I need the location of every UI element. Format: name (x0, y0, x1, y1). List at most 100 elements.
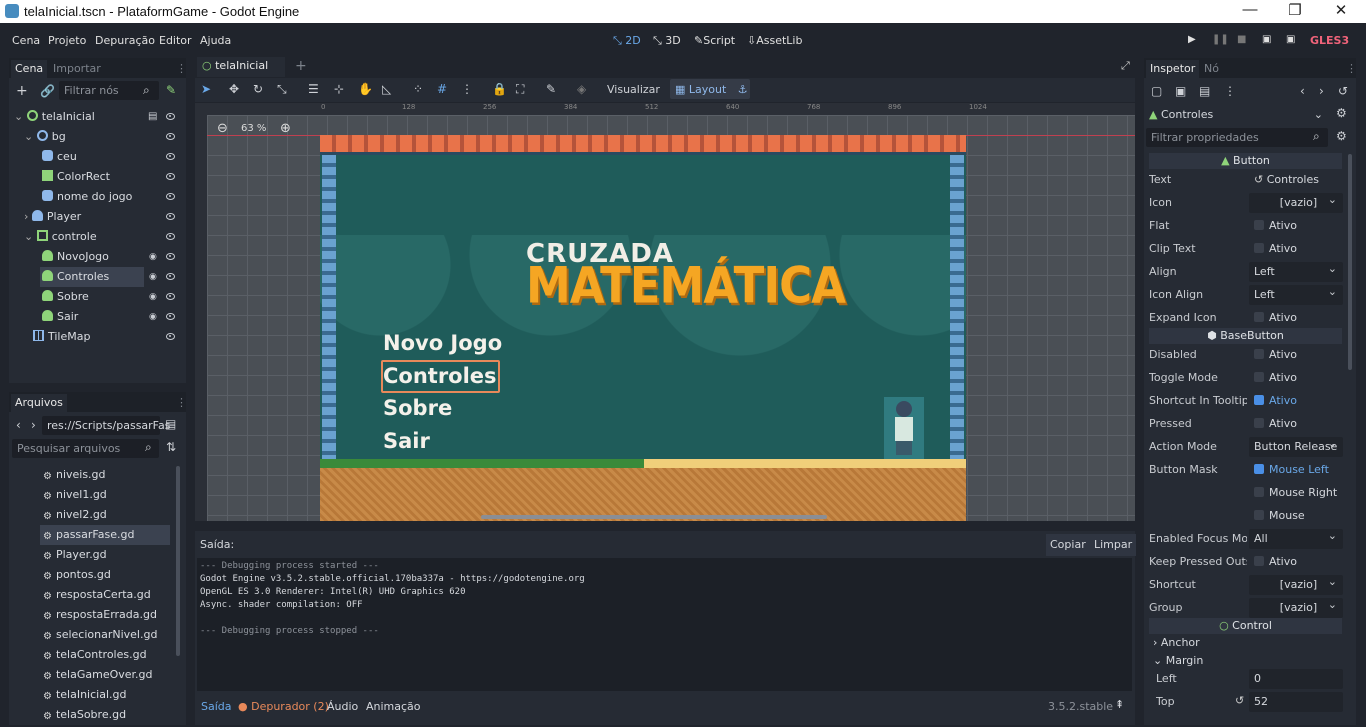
file-item[interactable]: ⚙ telaInicial.gd (40, 685, 170, 705)
close-button[interactable]: ✕ (1318, 1, 1364, 19)
tab-inspetor[interactable]: Inspetor (1146, 60, 1200, 78)
new-resource-icon[interactable]: ▢ (1151, 84, 1162, 98)
inspector-scrollbar[interactable] (1348, 154, 1352, 370)
load-resource-icon[interactable]: ▣ (1175, 84, 1186, 98)
property-checkbox[interactable]: Ativo (1249, 239, 1343, 259)
file-item[interactable]: ⚙ nivel2.gd (40, 505, 170, 525)
signal-icon[interactable]: ◉ (149, 312, 157, 322)
anchor-group[interactable]: › Anchor (1153, 636, 1200, 649)
bottom-tab-depurador[interactable]: ● Depurador (2) (238, 700, 329, 713)
property-checkbox[interactable]: Mouse Left (1249, 460, 1343, 480)
property-dropdown[interactable]: All (1249, 526, 1343, 549)
file-item[interactable]: ⚙ telaSobre.gd (40, 705, 170, 725)
visibility-eye-icon[interactable] (166, 113, 175, 120)
tree-node-colorrect[interactable]: ColorRect (42, 167, 110, 187)
sair-button[interactable]: Sair (383, 429, 430, 453)
file-list-scrollbar[interactable] (176, 466, 180, 656)
file-item[interactable]: ⚙ telaControles.gd (40, 645, 170, 665)
distraction-free-icon[interactable]: ⤢ (1117, 57, 1134, 75)
filter-settings-icon[interactable]: ⚙ (1336, 129, 1347, 143)
property-resource[interactable]: [vazio] (1249, 595, 1343, 618)
path-field[interactable]: res://Scripts/passarFas (42, 416, 170, 435)
object-properties-icon[interactable]: ⚙ (1336, 106, 1347, 120)
menu-editor[interactable]: Editor (159, 34, 192, 47)
visibility-eye-icon[interactable] (166, 193, 175, 200)
play-icon[interactable]: ▶ (1188, 34, 1196, 45)
viewport-h-scrollbar[interactable] (481, 515, 827, 519)
tree-node-bg[interactable]: ⌄ bg (24, 127, 66, 147)
pivot-tool-icon[interactable]: ⊹ (334, 82, 344, 96)
section-control[interactable]: ○ Control (1149, 618, 1342, 634)
script-attach-icon[interactable]: ✎ (166, 83, 176, 97)
smart-snap-icon[interactable]: ⁘ (413, 82, 423, 96)
split-mode-icon[interactable]: ▤ (165, 417, 176, 431)
snap-options-icon[interactable]: ⋮ (461, 82, 473, 96)
dock-menu-icon[interactable]: ⋮ (172, 60, 191, 78)
clear-button[interactable]: Limpar (1090, 534, 1137, 556)
property-checkbox[interactable]: Mouse Middle (1249, 506, 1343, 542)
tree-node-nome-do-jogo[interactable]: nome do jogo (42, 187, 132, 207)
sobre-button[interactable]: Sobre (383, 396, 452, 420)
signal-icon[interactable]: ◉ (149, 252, 157, 262)
tree-node-player[interactable]: › Player (24, 207, 81, 227)
file-item[interactable]: ⚙ respostaCerta.gd (40, 585, 170, 605)
renderer-select[interactable]: GLES3 (1310, 34, 1349, 47)
controles-button[interactable]: Controles (383, 364, 497, 388)
file-item[interactable]: ⚙ selecionarNivel.gd (40, 625, 170, 645)
pin-panel-icon[interactable]: ⇞ (1115, 698, 1124, 711)
visibility-eye-icon[interactable] (166, 293, 175, 300)
zoom-level[interactable]: 63 % (241, 123, 266, 134)
property-checkbox[interactable]: Ativo (1249, 345, 1343, 365)
margin-left-spinbox[interactable]: 0 (1249, 669, 1343, 689)
property-filter-input[interactable]: Filtrar propriedades (1146, 128, 1328, 147)
signal-icon[interactable]: ◉ (149, 272, 157, 282)
scale-tool-icon[interactable]: ⤡ (277, 82, 287, 97)
rotate-tool-icon[interactable]: ↻ (253, 82, 263, 96)
workspace-2d[interactable]: ⤡ 2D (613, 34, 641, 48)
player-character[interactable] (884, 397, 924, 459)
margin-top-spinbox[interactable]: 52 (1249, 692, 1343, 712)
signal-icon[interactable]: ◉ (149, 292, 157, 302)
property-value[interactable]: ↺ Controles (1249, 170, 1343, 190)
menu-depuracao[interactable]: Depuração (95, 34, 155, 47)
tree-node-novojogo[interactable]: NovoJogo (42, 247, 109, 267)
file-item[interactable]: ⚙ Player.gd (40, 545, 170, 565)
visibility-eye-icon[interactable] (166, 253, 175, 260)
property-resource[interactable]: [vazio] (1249, 572, 1343, 595)
tree-node-controles[interactable]: Controles (40, 267, 144, 287)
pause-icon[interactable]: ❚❚ (1212, 34, 1229, 45)
visibility-eye-icon[interactable] (166, 213, 175, 220)
visibility-eye-icon[interactable] (166, 313, 175, 320)
menu-cena[interactable]: Cena (12, 34, 40, 47)
sort-icon[interactable]: ⇅ (166, 440, 176, 454)
history-icon[interactable]: ↺ (1338, 84, 1348, 98)
property-dropdown[interactable]: Left (1249, 282, 1343, 305)
stop-icon[interactable]: ■ (1237, 34, 1246, 45)
resource-menu-icon[interactable]: ⋮ (1224, 84, 1236, 98)
property-resource[interactable]: [vazio] (1249, 190, 1343, 213)
forward-icon[interactable]: › (31, 418, 36, 432)
visibility-eye-icon[interactable] (166, 153, 175, 160)
minimize-button[interactable]: — (1227, 1, 1273, 18)
group-icon[interactable]: ⛶ (516, 82, 524, 97)
save-resource-icon[interactable]: ▤ (1199, 84, 1210, 98)
menu-projeto[interactable]: Projeto (48, 34, 86, 47)
camera-override-icon[interactable]: ◈ (577, 82, 586, 96)
file-item[interactable]: ⚙ respostaErrada.gd (40, 605, 170, 625)
pan-tool-icon[interactable]: ✋ (358, 82, 373, 96)
property-dropdown[interactable]: Left (1249, 259, 1343, 282)
tree-node-telainicial[interactable]: ⌄ telaInicial (14, 107, 184, 127)
property-dropdown[interactable]: Button Release (1249, 434, 1343, 457)
ruler-tool-icon[interactable]: ◺ (382, 82, 391, 96)
property-checkbox[interactable]: Ativo (1249, 552, 1343, 572)
selected-node-field[interactable]: ▲ Controles ⌄ (1149, 106, 1327, 124)
bottom-tab-animacao[interactable]: Animação (366, 700, 421, 713)
visibility-eye-icon[interactable] (166, 233, 175, 240)
history-back-icon[interactable]: ‹ (1300, 84, 1305, 98)
history-forward-icon[interactable]: › (1319, 84, 1324, 98)
tab-arquivos[interactable]: Arquivos (11, 394, 67, 412)
property-checkbox[interactable]: Ativo (1249, 308, 1343, 328)
tab-importar[interactable]: Importar (49, 60, 105, 78)
copy-button[interactable]: Copiar (1046, 534, 1090, 556)
visibility-eye-icon[interactable] (166, 133, 175, 140)
